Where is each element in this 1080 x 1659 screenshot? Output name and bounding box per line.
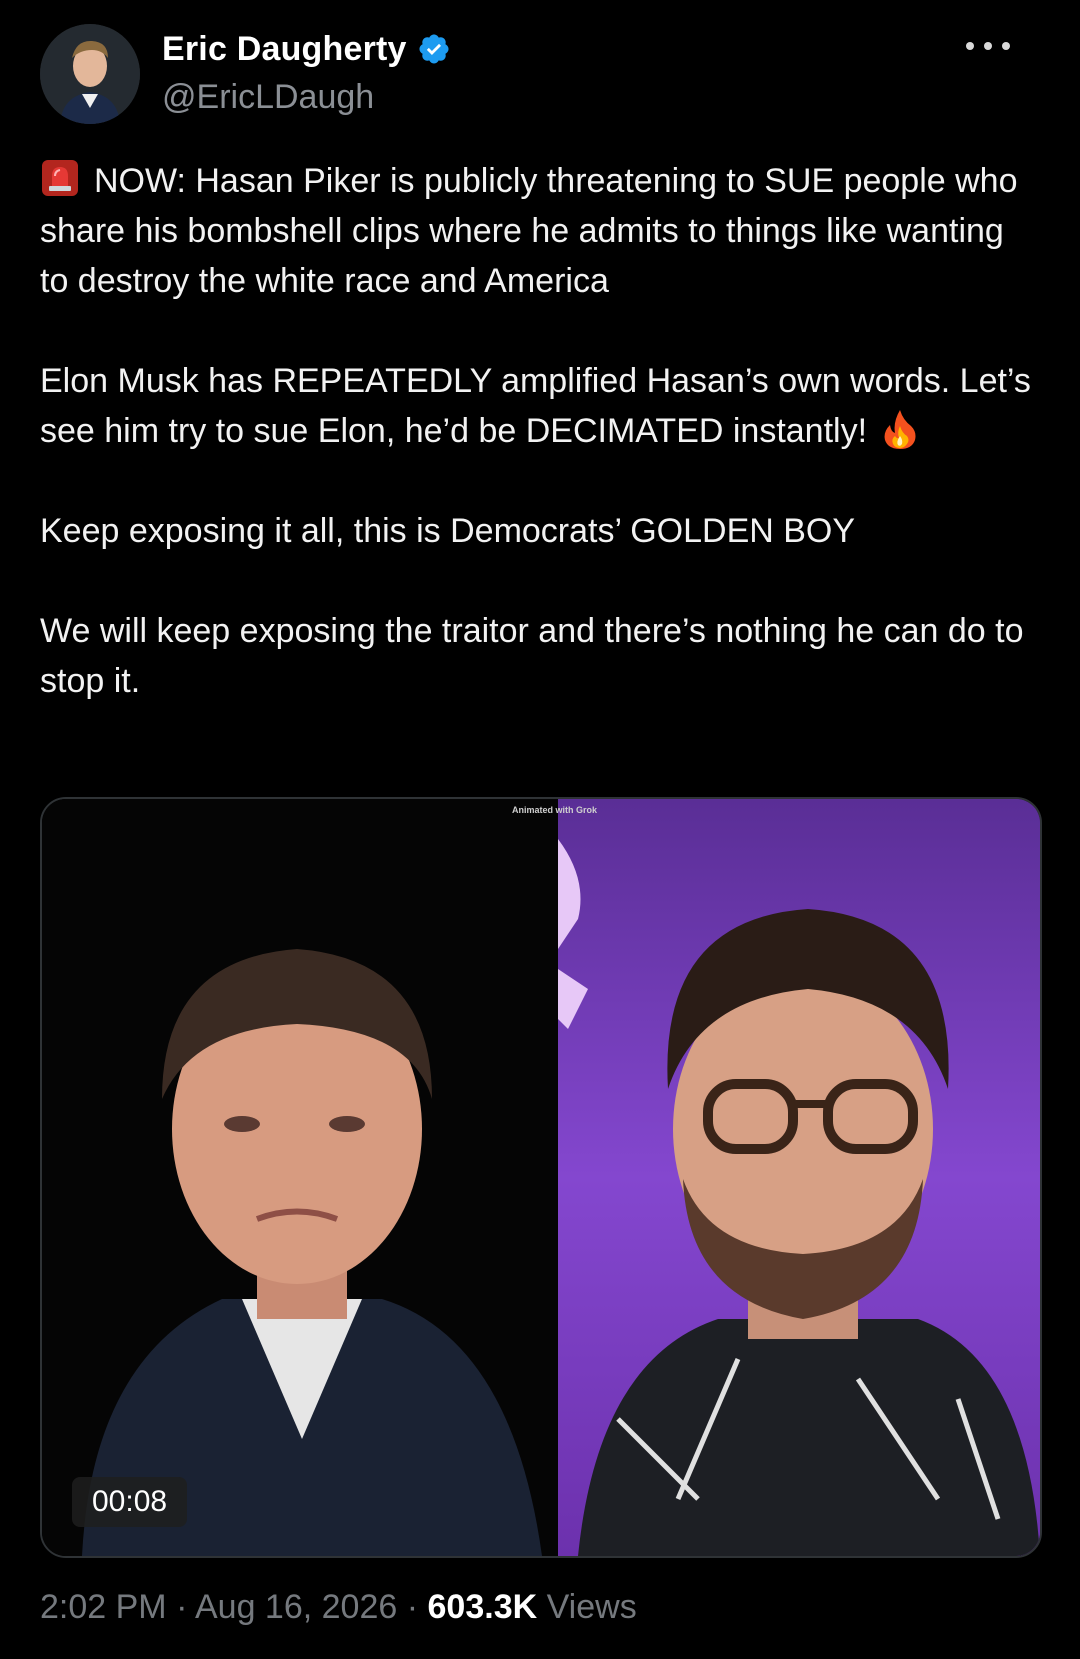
video-right-panel (558, 799, 1040, 1556)
tweet-time[interactable]: 2:02 PM (40, 1588, 167, 1626)
video-watermark: Animated with Grok (512, 805, 598, 815)
display-name[interactable]: Eric Daugherty (162, 30, 407, 69)
person-silhouette-left (42, 799, 558, 1556)
video-player[interactable]: Animated with Grok 00:08 (40, 797, 1042, 1558)
views-label: Views (546, 1588, 637, 1626)
tweet-paragraph: Elon Musk has REPEATEDLY amplified Hasan… (40, 356, 1040, 456)
tweet-meta: 2:02 PM · Aug 16, 2026 · 603.3K Views (40, 1588, 637, 1627)
fire-emoji-icon (881, 408, 919, 450)
tweet-paragraph: We will keep exposing the traitor and th… (40, 612, 1024, 700)
tweet-paragraph: Keep exposing it all, this is Democrats’… (40, 512, 856, 550)
verified-badge-icon (417, 32, 451, 66)
profile-photo (40, 24, 140, 124)
rotating-light-emoji-icon (40, 158, 80, 198)
tweet-date[interactable]: Aug 16, 2026 (195, 1588, 397, 1626)
tweet-paragraph: NOW: Hasan Piker is publicly threatening… (40, 156, 1040, 306)
avatar[interactable] (40, 24, 140, 124)
video-duration-badge: 00:08 (72, 1477, 188, 1527)
views-count[interactable]: 603.3K (428, 1588, 538, 1626)
handle[interactable]: @EricLDaugh (162, 78, 451, 117)
paragraph-1: NOW: Hasan Piker is publicly threatening… (40, 162, 1018, 300)
more-dots-icon[interactable] (966, 36, 1010, 56)
separator: · (406, 1588, 419, 1626)
tweet-header: Eric Daugherty @EricLDaugh (40, 22, 1040, 132)
video-left-panel (42, 799, 558, 1556)
tweet-text: NOW: Hasan Piker is publicly threatening… (40, 156, 1040, 706)
separator: · (176, 1588, 188, 1626)
person-silhouette-right (558, 799, 1040, 1556)
